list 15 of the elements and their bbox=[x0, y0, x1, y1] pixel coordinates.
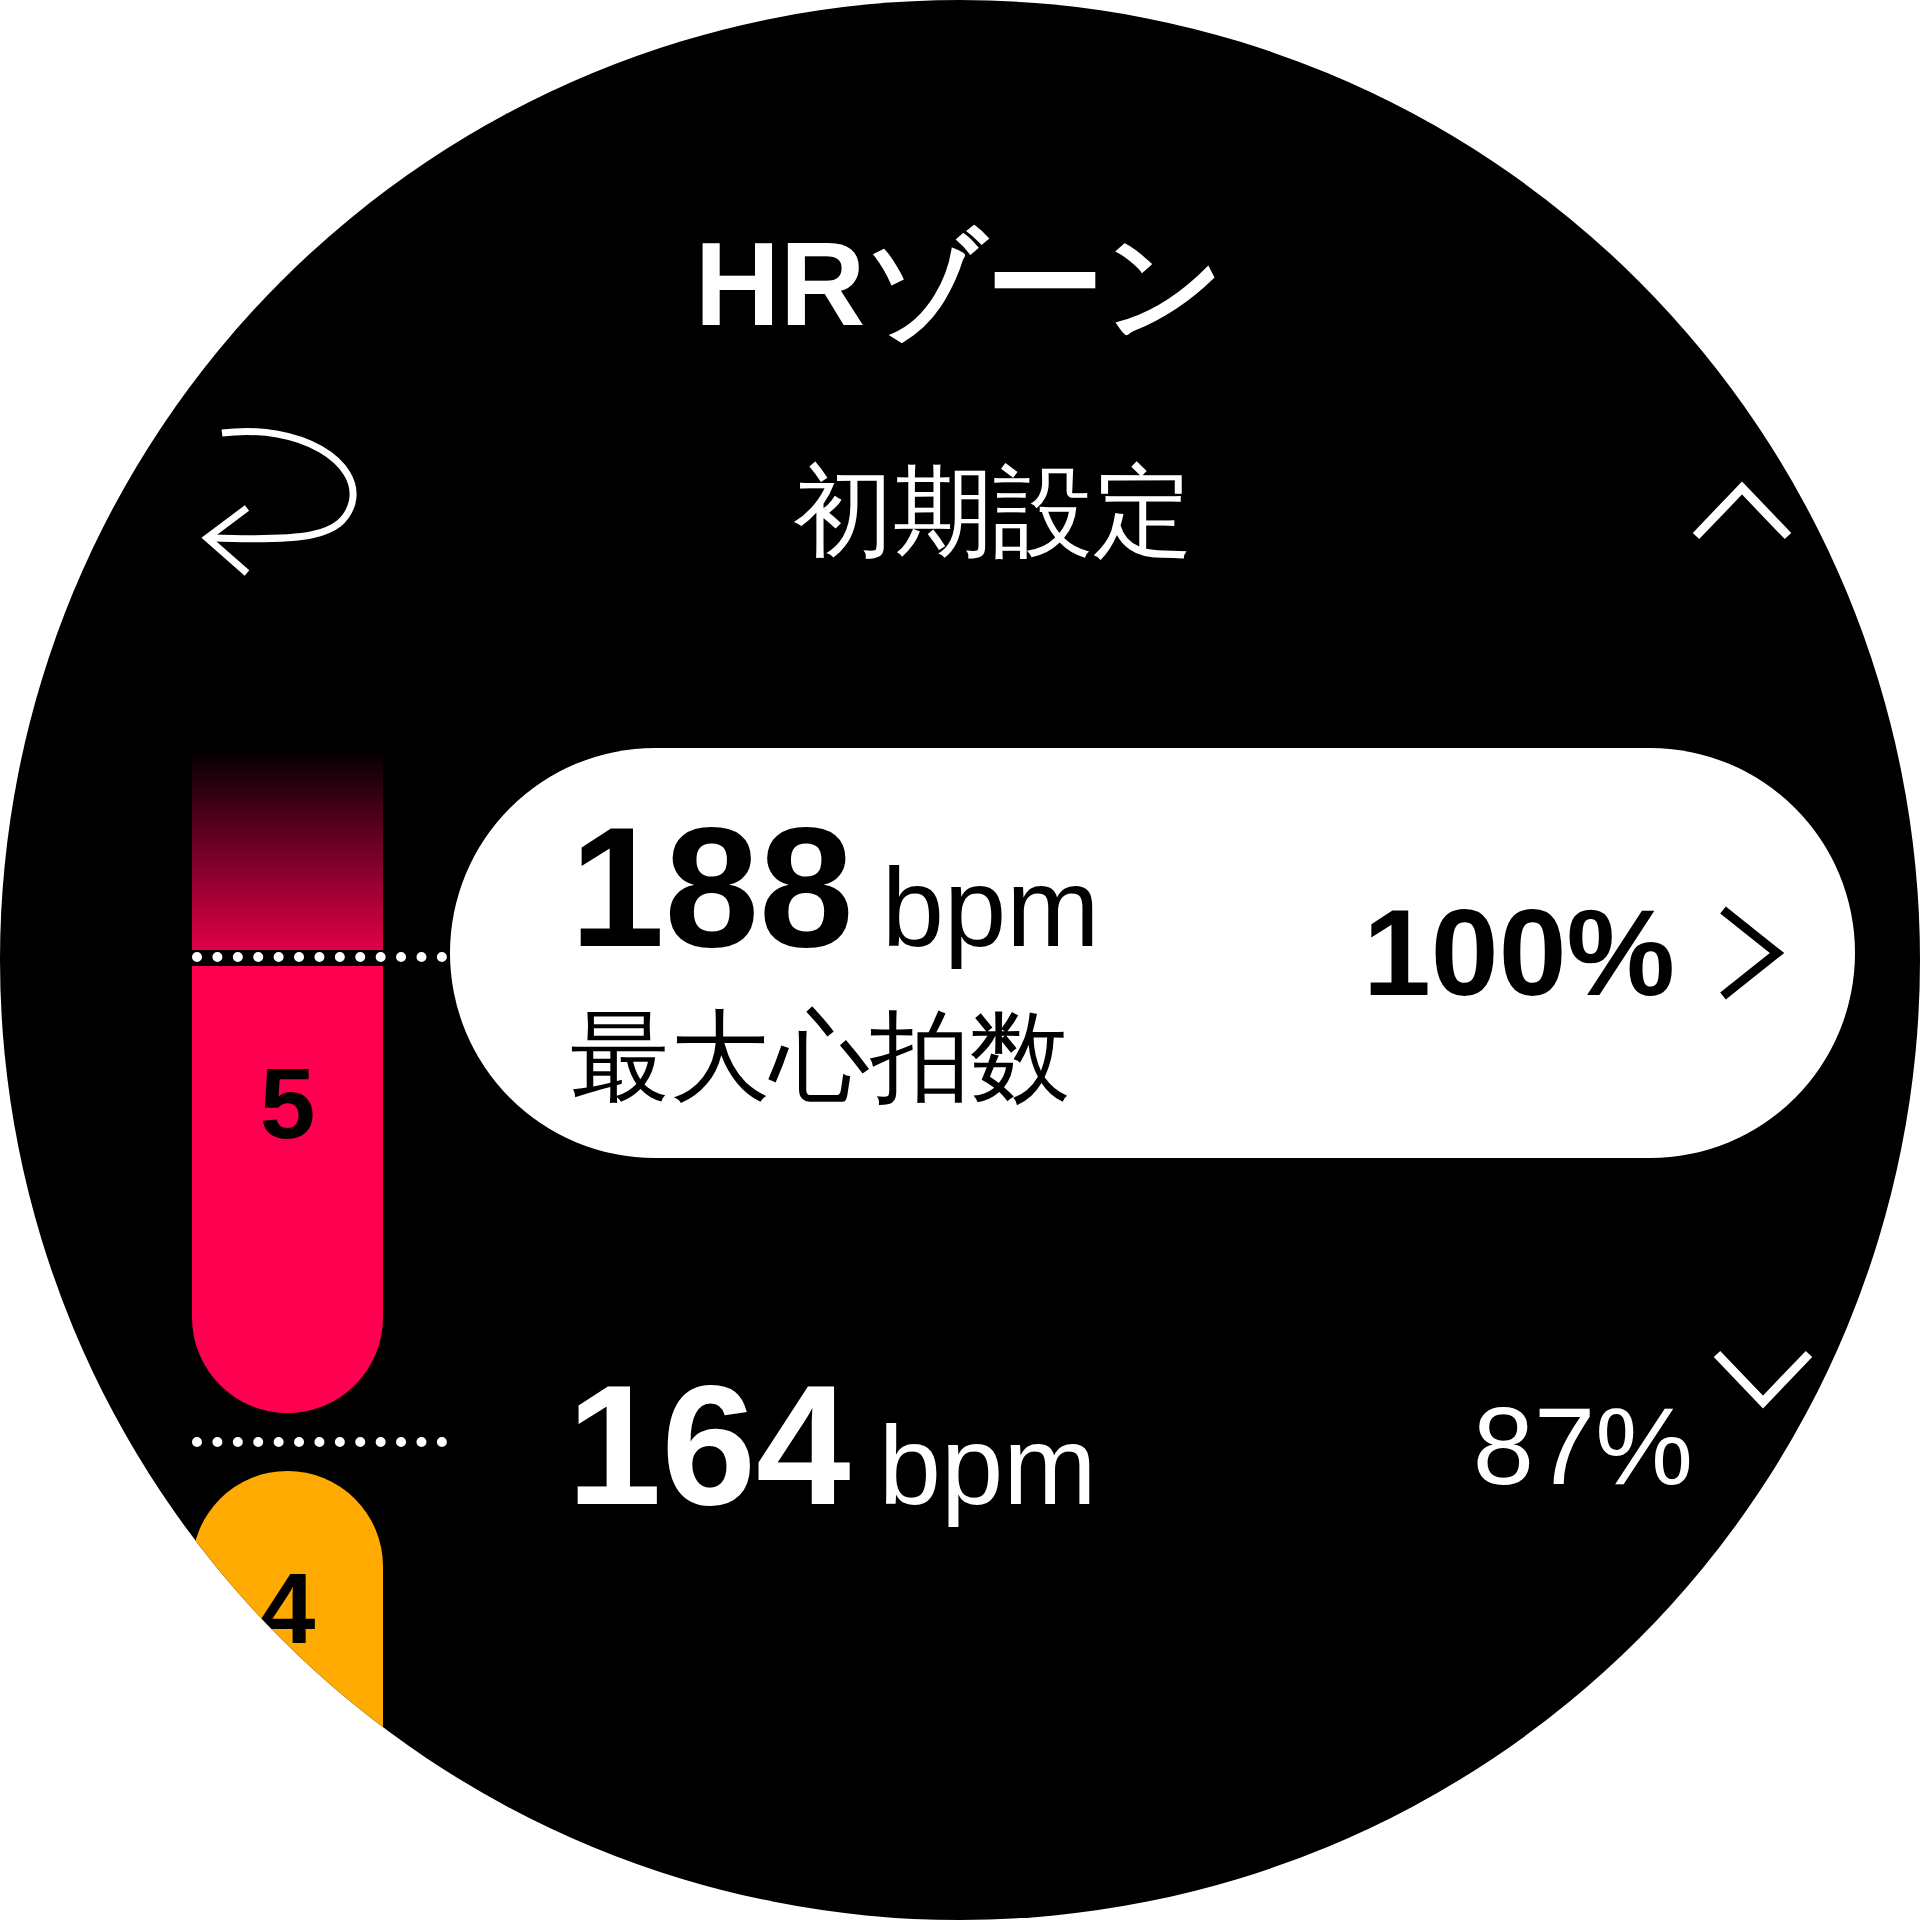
screen-title: HRゾーン bbox=[694, 225, 1226, 343]
chevron-up-icon bbox=[1690, 479, 1794, 542]
zone-indicator: 5 bbox=[192, 966, 383, 1413]
bpm-unit: bpm bbox=[881, 844, 1100, 973]
selected-zone-item[interactable]: 188 bpm 最大心拍数 100% bbox=[450, 748, 1855, 1158]
bpm-value: 188 bbox=[570, 791, 854, 985]
zone-label: 最大心拍数 bbox=[570, 998, 1071, 1114]
bpm-unit: bpm bbox=[878, 1402, 1097, 1530]
zone-item[interactable]: 164 bpm 87% bbox=[450, 1338, 1855, 1544]
screen-subtitle: 初期設定 bbox=[793, 455, 1193, 566]
percent-value: 100% bbox=[1362, 892, 1675, 1014]
chevron-right-icon bbox=[1717, 904, 1785, 1002]
percent-value: 87% bbox=[1472, 1390, 1693, 1501]
bpm-value: 164 bbox=[567, 1349, 851, 1542]
chevron-down-icon bbox=[1711, 1348, 1815, 1410]
